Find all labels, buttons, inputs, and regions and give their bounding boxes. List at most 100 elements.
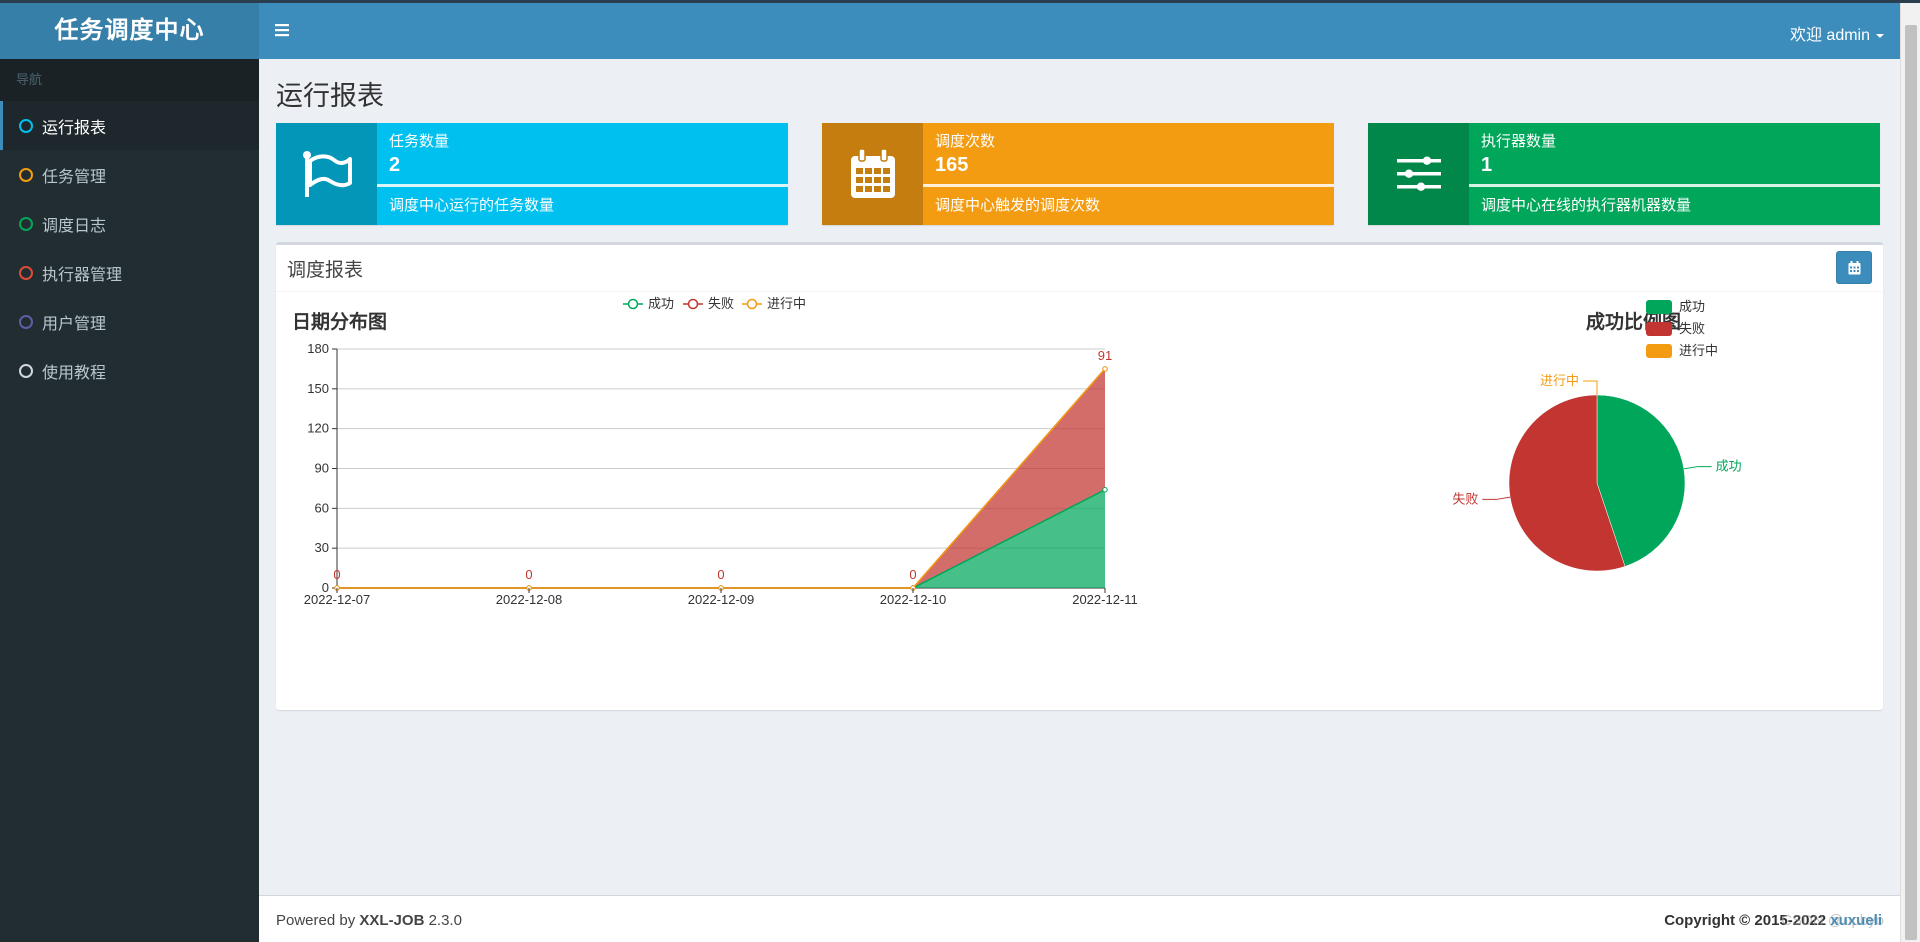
y-tick-label: 90 [315,461,329,476]
sidebar-item-label: 调度日志 [42,217,107,235]
y-tick-label: 180 [307,341,329,356]
flag-icon [302,151,352,197]
legend-label: 失败 [1679,321,1705,336]
data-point [1102,366,1108,372]
info-box-progress [923,184,1334,187]
calendar-icon [850,148,895,198]
legend-label: 成功 [1679,299,1705,314]
pie-label: 失败 [1452,491,1478,506]
circle-icon [19,216,33,231]
info-box-body: 执行器数量 1 调度中心在线的执行器机器数量 [1469,123,1880,225]
x-tick-label: 2022-12-08 [496,592,563,607]
legend-marker [687,298,699,310]
report-panel: 调度报表 日期分布图 成功 失败 进行中 0 30 60 90 120 150 180 2022-1… [276,242,1883,710]
x-tick-label: 2022-12-07 [304,592,371,607]
nav-header: 导航 [0,59,259,101]
pie-label: 成功 [1716,459,1742,474]
info-box-description: 调度中心触发的调度次数 [935,197,1101,214]
info-box-body: 调度次数 165 调度中心触发的调度次数 [923,123,1334,225]
top-header: 欢迎 admin [259,3,1900,59]
success-ratio-chart: 成功失败进行中成功失败进行中 [1452,299,1742,572]
info-box-label: 调度次数 [935,133,996,150]
sidebar-toggle-button[interactable] [275,19,289,43]
info-box-label: 执行器数量 [1481,133,1557,150]
info-box-label: 任务数量 [389,133,450,150]
version-text: 2.3.0 [428,912,462,929]
report-panel-header: 调度报表 [276,245,1883,292]
data-label: 91 [1098,348,1112,363]
bars-icon [275,24,289,37]
info-box-number: 1 [1481,154,1493,176]
info-box-progress [1469,184,1880,187]
info-box-number: 165 [935,154,969,176]
sidebar-item-5[interactable]: 使用教程 [0,346,259,395]
info-box-trigger-count: 调度次数 165 调度中心触发的调度次数 [822,123,1334,225]
sidebar-item-2[interactable]: 调度日志 [0,199,259,248]
circle-icon [19,363,33,378]
info-box-number: 2 [389,154,401,176]
sidebar-item-3[interactable]: 执行器管理 [0,248,259,297]
app-logo[interactable]: 任务调度中心 [0,3,259,59]
data-label: 0 [333,567,340,582]
main-content: 运行报表 任务数量 2 调度中心运行的任务数量 调度次数 165 调度中心触发的… [259,59,1900,895]
sidebar-item-0[interactable]: 运行报表 [0,101,259,150]
sidebar-item-label: 任务管理 [42,168,107,186]
product-link[interactable]: XXL-JOB [359,912,424,929]
caret-down-icon [1876,33,1884,38]
info-box-progress [377,184,788,187]
sidebar-item-4[interactable]: 用户管理 [0,297,259,346]
legend-marker [746,298,758,310]
sidebar-item-label: 用户管理 [42,315,107,333]
legend-label: 进行中 [1679,343,1718,358]
info-box-description: 调度中心运行的任务数量 [389,197,555,214]
data-label: 0 [525,567,532,582]
scrollbar-thumb[interactable] [1905,25,1917,940]
date-distribution-chart: 成功 失败 进行中 0 30 60 90 120 150 180 2022-12-07 2022-12… [304,296,1138,607]
y-tick-label: 30 [315,540,329,555]
pie-label-line [1683,466,1712,470]
sidebar-item-1[interactable]: 任务管理 [0,150,259,199]
footer: Powered by XXL-JOB 2.3.0 Copyright © 201… [259,895,1900,942]
legend-label: 失败 [708,296,734,311]
watermark: CSDN @opbyo [1781,912,1884,929]
info-box-icon-area [822,123,923,225]
y-tick-label: 150 [307,381,329,396]
pie-label-line [1583,380,1598,395]
scrollbar[interactable] [1900,3,1920,942]
sidebar-item-label: 使用教程 [42,364,107,382]
info-box-icon-area [1368,123,1469,225]
calendar-icon [1848,260,1860,274]
user-menu[interactable]: 欢迎 admin [1790,21,1884,45]
info-box-task-count: 任务数量 2 调度中心运行的任务数量 [276,123,788,225]
pie-label: 进行中 [1540,373,1579,388]
data-point [1102,487,1108,493]
x-tick-label: 2022-12-11 [1072,592,1138,607]
x-tick-label: 2022-12-09 [688,592,755,607]
sidebar-item-label: 运行报表 [42,119,107,137]
powered-prefix: Powered by [276,912,356,929]
info-box-executor-count: 执行器数量 1 调度中心在线的执行器机器数量 [1368,123,1880,225]
data-label: 0 [909,567,916,582]
legend-label: 进行中 [767,296,806,311]
circle-icon [19,118,33,133]
report-title: 调度报表 [287,260,364,281]
info-box-icon-area [276,123,377,225]
legend-label: 成功 [648,296,674,311]
circle-icon [19,167,33,182]
data-label: 0 [717,567,724,582]
circle-icon [19,265,33,280]
date-range-button[interactable] [1836,251,1872,284]
pie-label-line [1482,496,1511,500]
page-title: 运行报表 [276,81,384,111]
x-tick-label: 2022-12-10 [880,592,947,607]
legend-swatch [1646,322,1672,336]
welcome-text: 欢迎 admin [1789,27,1870,44]
legend-swatch [1646,344,1672,358]
circle-icon [19,314,33,329]
legend-swatch [1646,300,1672,314]
info-box-description: 调度中心在线的执行器机器数量 [1481,197,1692,214]
sidebar: 任务调度中心 导航 运行报表任务管理调度日志执行器管理用户管理使用教程 [0,3,259,942]
y-tick-label: 60 [315,500,329,515]
footer-powered-by: Powered by XXL-JOB 2.3.0 [276,912,462,929]
sliders-icon [1396,156,1441,191]
